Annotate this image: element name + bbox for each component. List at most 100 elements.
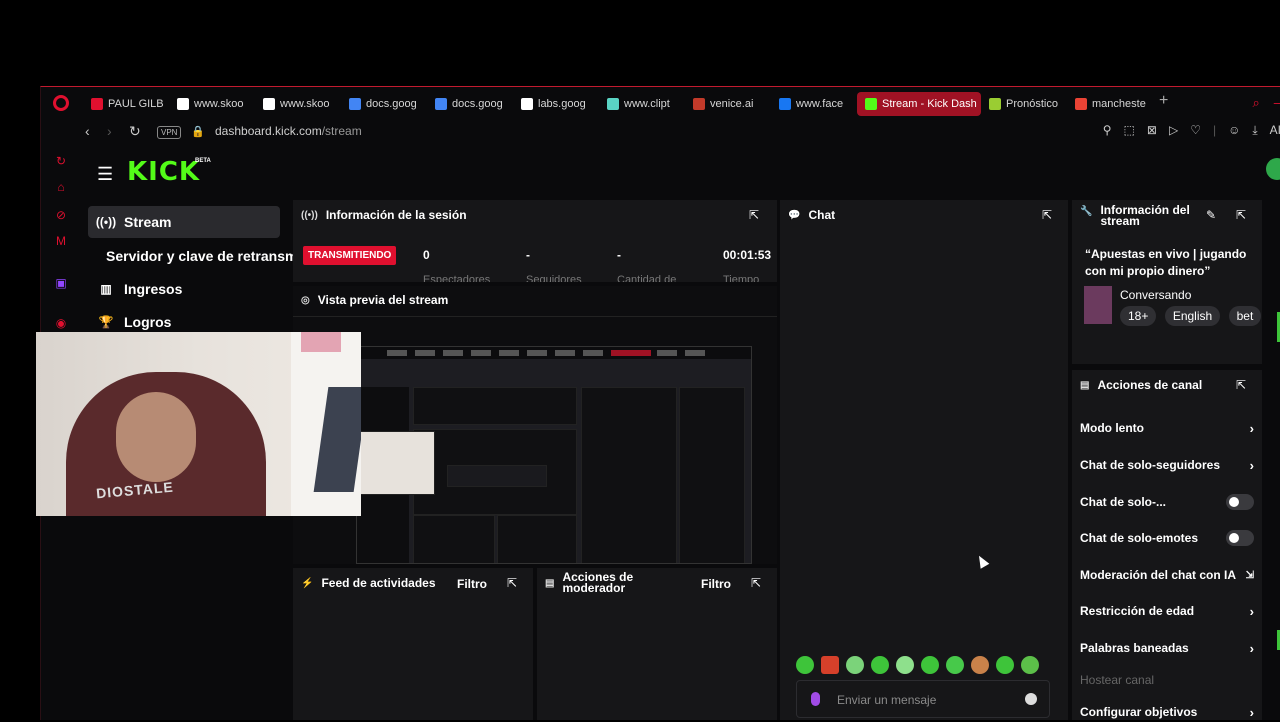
kick-logo[interactable]: KICK xyxy=(127,157,200,187)
emote-icon[interactable] xyxy=(971,656,989,674)
status-badge: TRANSMITIENDO xyxy=(303,246,397,265)
chart-icon: ▥ xyxy=(100,282,112,296)
webcam-object xyxy=(301,332,341,352)
feed-filter-button[interactable]: Filtro xyxy=(457,577,487,591)
account-icon[interactable]: ☺ xyxy=(1228,123,1240,138)
refresh-icon[interactable]: ↻ xyxy=(53,153,69,169)
category-name[interactable]: Conversando xyxy=(1120,288,1191,302)
tab-label: mancheste xyxy=(1092,98,1146,110)
emote-icon[interactable] xyxy=(846,656,864,674)
wrench-icon: 🔧 xyxy=(1080,206,1093,217)
forward-icon[interactable]: › xyxy=(107,123,112,139)
crossed-icon[interactable]: ⊘ xyxy=(53,207,69,223)
tag[interactable]: English xyxy=(1164,306,1221,326)
age-restriction-row[interactable]: Restricción de edad › xyxy=(1080,601,1254,621)
emote-icon[interactable] xyxy=(896,656,914,674)
mod-actions-header: ▤ Acciones de moderador xyxy=(545,568,633,598)
document-icon: ▤ xyxy=(1080,379,1090,391)
bag-icon[interactable]: ⌂ xyxy=(53,179,69,195)
favicon-icon xyxy=(91,98,103,110)
download-icon[interactable]: ⤓ xyxy=(1252,123,1257,138)
ai-label[interactable]: AI xyxy=(1270,123,1280,138)
emote-icon[interactable] xyxy=(871,656,889,674)
avatar[interactable] xyxy=(1266,158,1280,180)
tab[interactable]: www.skoo xyxy=(255,92,341,116)
stream-preview[interactable] xyxy=(356,346,752,564)
heart-icon[interactable]: ♡ xyxy=(1190,123,1201,138)
ai-moderation-row[interactable]: Moderación del chat con IA ⇲ xyxy=(1080,565,1254,585)
tag-list: 18+ English bet xyxy=(1120,306,1265,326)
shield-icon[interactable]: ⊠ xyxy=(1147,123,1157,138)
favicon-icon xyxy=(177,98,189,110)
emote-icon[interactable] xyxy=(996,656,1014,674)
favicon-icon xyxy=(607,98,619,110)
edit-icon[interactable]: ✎ xyxy=(1206,208,1216,222)
popout-icon[interactable]: ⇱ xyxy=(1236,208,1246,222)
goals-row[interactable]: Configurar objetivos › xyxy=(1080,702,1254,722)
tab-bar-controls: ⌕ – xyxy=(1252,95,1280,111)
messenger-icon[interactable]: M xyxy=(53,233,69,249)
snapshot-icon[interactable]: ⬚ xyxy=(1124,123,1135,138)
banned-words-row[interactable]: Palabras baneadas › xyxy=(1080,638,1254,658)
tag[interactable]: 18+ xyxy=(1120,306,1157,326)
emotes-only-toggle[interactable] xyxy=(1226,530,1254,546)
tab[interactable]: docs.goog xyxy=(427,92,513,116)
nav-item-income[interactable]: ▥ Ingresos xyxy=(88,273,280,305)
back-icon[interactable]: ‹ xyxy=(85,123,90,139)
tab[interactable]: docs.goog xyxy=(341,92,427,116)
emote-icon[interactable] xyxy=(796,656,814,674)
preview-mini-info xyxy=(679,387,745,563)
tab[interactable]: Pronóstico xyxy=(981,92,1067,116)
category-thumbnail[interactable] xyxy=(1084,286,1112,324)
tab[interactable]: www.clipt xyxy=(599,92,685,116)
tab[interactable]: PAUL GILB xyxy=(83,92,169,116)
stream-title-text: “Apuestas en vivo | jugando con mi propi… xyxy=(1085,247,1247,278)
popout-icon[interactable]: ⇱ xyxy=(507,576,517,590)
emote-icon[interactable] xyxy=(821,656,839,674)
tab[interactable]: Stream - Kick Dash xyxy=(857,92,981,116)
chat-input[interactable]: Enviar un mensaje xyxy=(796,680,1050,718)
emote-icon[interactable] xyxy=(921,656,939,674)
nav-item-server-key[interactable]: Servidor y clave de retransm xyxy=(106,240,298,272)
emote-icon[interactable] xyxy=(946,656,964,674)
subs-only-toggle[interactable] xyxy=(1226,494,1254,510)
play-icon[interactable]: ▷ xyxy=(1169,123,1178,138)
tab[interactable]: venice.ai xyxy=(685,92,771,116)
nav-item-stream[interactable]: ((•)) Stream xyxy=(88,206,280,238)
mod-filter-button[interactable]: Filtro xyxy=(701,577,731,591)
tab-bar: PAUL GILB www.skoo www.skoo docs.goog docs.g… xyxy=(41,87,1280,119)
popout-icon[interactable]: ⇱ xyxy=(749,208,759,222)
minimize-icon[interactable]: – xyxy=(1274,95,1280,111)
menu-icon[interactable]: ☰ xyxy=(97,164,113,185)
popout-icon[interactable]: ⇱ xyxy=(1042,208,1052,222)
pin-icon[interactable]: ⚲ xyxy=(1103,123,1112,138)
search-tabs-icon[interactable]: ⌕ xyxy=(1252,95,1259,111)
followers-only-row[interactable]: Chat de solo-seguidores › xyxy=(1080,455,1254,475)
tab[interactable]: www.skoo xyxy=(169,92,255,116)
player-icon[interactable]: ◉ xyxy=(53,315,69,331)
tab[interactable]: mancheste xyxy=(1067,92,1153,116)
preview-title: Vista previa del stream xyxy=(317,293,449,307)
emote-icon[interactable] xyxy=(1021,656,1039,674)
url-field[interactable]: dashboard.kick.com/stream xyxy=(215,124,362,138)
lock-icon[interactable]: 🔒 xyxy=(191,125,205,138)
subs-only-row: Chat de solo-... xyxy=(1080,492,1254,512)
reload-icon[interactable]: ↻ xyxy=(129,123,141,140)
age-restriction-label: Restricción de edad xyxy=(1080,604,1195,618)
tag[interactable]: bet xyxy=(1228,306,1262,326)
vpn-badge[interactable]: VPN xyxy=(157,126,182,139)
twitch-icon[interactable]: ▣ xyxy=(53,275,69,291)
microphone-icon[interactable] xyxy=(811,692,820,706)
webcam-face xyxy=(116,392,196,482)
popout-icon[interactable]: ⇱ xyxy=(751,576,761,590)
tab[interactable]: www.face xyxy=(771,92,857,116)
slow-mode-row[interactable]: Modo lento › xyxy=(1080,418,1254,438)
popout-icon[interactable]: ⇱ xyxy=(1236,378,1246,392)
new-tab-icon[interactable]: + xyxy=(1159,92,1168,116)
emoji-icon[interactable] xyxy=(1025,693,1037,705)
tab-label: www.face xyxy=(796,98,844,110)
tab[interactable]: labs.goog xyxy=(513,92,599,116)
trophy-icon: 🏆 xyxy=(98,315,114,329)
preview-icon: ◎ xyxy=(301,294,310,306)
opera-logo-icon[interactable] xyxy=(53,95,69,111)
